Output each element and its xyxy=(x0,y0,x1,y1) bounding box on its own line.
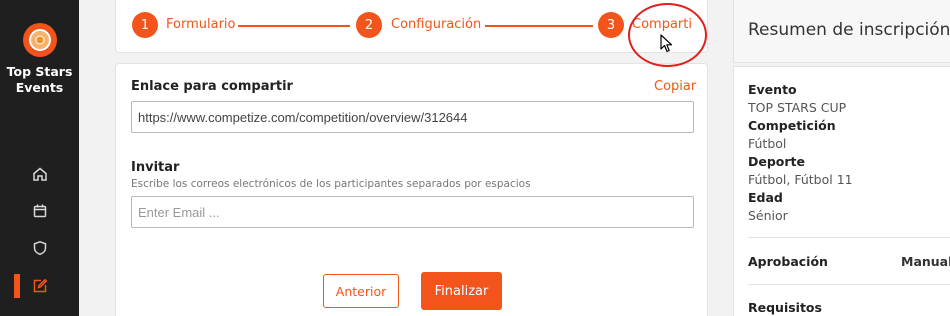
sidebar-item-home[interactable] xyxy=(0,160,79,188)
summary-sport-key: Deporte xyxy=(748,154,806,169)
summary-title: Resumen de inscripción xyxy=(748,20,950,40)
summary-approval-key: Aprobación xyxy=(748,254,828,269)
copy-link-button[interactable]: Copiar xyxy=(654,79,696,94)
invite-label: Invitar xyxy=(131,160,180,175)
invite-hint: Escribe los correos electrónicos de los … xyxy=(131,178,531,190)
sidebar-item-calendar[interactable] xyxy=(0,197,79,225)
edit-icon xyxy=(33,278,47,293)
summary-header: Resumen de inscripción xyxy=(733,0,950,63)
summary-age-value: Sénior xyxy=(748,208,788,223)
calendar-icon xyxy=(33,204,46,218)
share-link-field[interactable] xyxy=(131,101,694,133)
step-connector-1 xyxy=(238,25,350,27)
previous-button[interactable]: Anterior xyxy=(323,274,399,308)
medal-icon xyxy=(29,29,51,51)
email-field[interactable] xyxy=(131,196,694,228)
brand-logo[interactable] xyxy=(23,23,57,57)
summary-event-key: Evento xyxy=(748,82,797,97)
step-1-label[interactable]: Formulario xyxy=(166,17,235,32)
summary-sport-value: Fútbol, Fútbol 11 xyxy=(748,172,853,187)
summary-panel: Evento TOP STARS CUP Competición Fútbol … xyxy=(733,66,950,316)
step-connector-2 xyxy=(485,25,593,27)
brand-name-line1: Top Stars xyxy=(6,64,73,79)
brand-name-line2: Events xyxy=(15,80,64,95)
summary-competition-value: Fútbol xyxy=(748,136,787,151)
step-1-number[interactable]: 1 xyxy=(132,12,158,38)
summary-requirements-key: Requisitos xyxy=(748,300,822,315)
finish-button[interactable]: Finalizar xyxy=(421,272,502,310)
shield-icon xyxy=(33,241,46,256)
summary-event-value: TOP STARS CUP xyxy=(748,100,847,115)
summary-approval-value: Manual xyxy=(901,254,950,269)
sidebar-item-shield[interactable] xyxy=(0,234,79,262)
step-2-number[interactable]: 2 xyxy=(356,12,382,38)
share-link-label: Enlace para compartir xyxy=(131,79,293,94)
summary-competition-key: Competición xyxy=(748,118,836,133)
mouse-pointer-icon xyxy=(660,34,673,53)
summary-age-key: Edad xyxy=(748,190,783,205)
summary-divider-2 xyxy=(748,284,950,285)
step-3-number[interactable]: 3 xyxy=(598,12,624,38)
summary-divider xyxy=(748,237,950,238)
home-icon xyxy=(32,167,47,181)
sidebar: Top Stars Events xyxy=(0,0,79,316)
share-form-card: Enlace para compartir Copiar Invitar Esc… xyxy=(115,63,708,316)
sidebar-item-edit[interactable] xyxy=(0,272,79,300)
stepper: 1 Formulario 2 Configuración 3 Compartir xyxy=(115,0,708,53)
step-2-label[interactable]: Configuración xyxy=(391,17,481,32)
brand-name: Top Stars Events xyxy=(0,64,79,96)
